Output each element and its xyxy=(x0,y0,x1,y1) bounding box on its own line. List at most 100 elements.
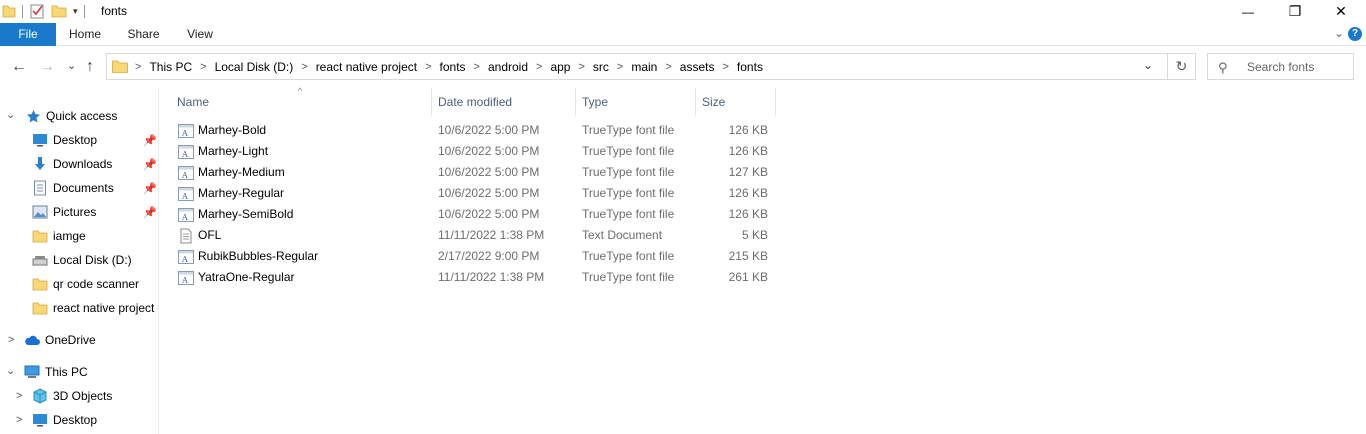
tab-file[interactable]: File xyxy=(0,23,56,46)
breadcrumb-android[interactable]: android xyxy=(488,60,528,74)
file-row[interactable]: A Marhey-SemiBold 10/6/2022 5:00 PM True… xyxy=(171,204,777,225)
help-icon[interactable]: ? xyxy=(1348,27,1362,41)
breadcrumb-assets[interactable]: assets xyxy=(680,60,715,74)
folder-icon[interactable] xyxy=(2,3,16,19)
file-row[interactable]: OFL 11/11/2022 1:38 PM Text Document 5 K… xyxy=(171,225,777,246)
font-file-icon: A xyxy=(178,166,194,180)
nav-label: OneDrive xyxy=(45,333,96,347)
file-row[interactable]: A Marhey-Medium 10/6/2022 5:00 PM TrueTy… xyxy=(171,162,777,183)
address-row: ← → ⌄ ↑ > This PC > Local Disk (D:) > re… xyxy=(0,46,1366,88)
expand-icon[interactable]: > xyxy=(16,390,22,402)
ribbon-tabs: File Home Share View ⌄ ? xyxy=(0,23,1366,46)
nav-item-desktop-pc[interactable]: Desktop xyxy=(32,408,97,432)
breadcrumb-separator-icon[interactable]: > xyxy=(536,61,542,73)
quick-access-toolbar: ▾ xyxy=(2,3,91,19)
pin-icon[interactable]: 📌 xyxy=(143,158,157,171)
breadcrumb-this-pc[interactable]: This PC xyxy=(149,60,192,74)
forward-icon[interactable]: → xyxy=(39,58,55,76)
customize-dropdown-icon[interactable]: ▾ xyxy=(73,6,78,17)
nav-label: Desktop xyxy=(53,413,98,427)
cube-icon xyxy=(32,388,48,404)
close-button[interactable]: ✕ xyxy=(1318,0,1364,23)
nav-item-react-native-project[interactable]: react native project xyxy=(32,296,154,320)
nav-item-local-disk[interactable]: Local Disk (D:) xyxy=(32,248,132,272)
pin-icon[interactable]: 📌 xyxy=(143,206,157,219)
search-icon: ⚲ xyxy=(1218,60,1228,75)
download-arrow-icon xyxy=(32,156,48,172)
file-name: Marhey-SemiBold xyxy=(198,207,294,221)
address-dropdown-icon[interactable]: ⌄ xyxy=(1143,58,1153,72)
nav-item-downloads[interactable]: Downloads xyxy=(32,152,112,176)
nav-label: Desktop xyxy=(53,133,98,147)
file-row[interactable]: A YatraOne-Regular 11/11/2022 1:38 PM Tr… xyxy=(171,267,777,288)
minimize-button[interactable]: — xyxy=(1225,0,1271,23)
window-title: fonts xyxy=(101,4,128,18)
breadcrumb-separator-icon[interactable]: > xyxy=(474,61,480,73)
expand-ribbon-icon[interactable]: ⌄ xyxy=(1334,26,1344,40)
file-row[interactable]: A RubikBubbles-Regular 2/17/2022 9:00 PM… xyxy=(171,246,777,267)
file-size: 126 KB xyxy=(728,123,768,137)
svg-text:A: A xyxy=(181,150,188,159)
column-header-date[interactable]: Date modified xyxy=(432,88,576,116)
search-input[interactable]: ⚲ Search fonts xyxy=(1207,53,1354,80)
nav-item-documents[interactable]: Documents xyxy=(32,176,114,200)
breadcrumb-separator-icon[interactable]: > xyxy=(135,61,141,73)
breadcrumb-fonts[interactable]: fonts xyxy=(440,60,466,74)
breadcrumb-separator-icon[interactable]: > xyxy=(200,61,206,73)
folder-icon xyxy=(32,276,48,292)
breadcrumb-separator-icon[interactable]: > xyxy=(425,61,431,73)
column-header-size[interactable]: Size xyxy=(696,88,776,116)
pin-icon[interactable]: 📌 xyxy=(143,182,157,195)
new-folder-icon[interactable] xyxy=(51,3,67,19)
nav-item-desktop[interactable]: Desktop xyxy=(32,128,97,152)
column-header-type[interactable]: Type xyxy=(576,88,696,116)
file-row[interactable]: A Marhey-Regular 10/6/2022 5:00 PM TrueT… xyxy=(171,183,777,204)
expand-icon[interactable]: > xyxy=(16,414,22,426)
recent-locations-icon[interactable]: ⌄ xyxy=(67,59,76,72)
file-type: TrueType font file xyxy=(582,270,675,284)
up-icon[interactable]: ↑ xyxy=(86,58,94,76)
breadcrumb-react-native-project[interactable]: react native project xyxy=(316,60,417,74)
desktop-icon xyxy=(32,132,48,148)
collapse-icon[interactable]: ⌄ xyxy=(6,108,15,121)
tab-view[interactable]: View xyxy=(180,23,220,46)
file-date: 10/6/2022 5:00 PM xyxy=(438,186,540,200)
breadcrumb-separator-icon[interactable]: > xyxy=(301,61,307,73)
tab-home[interactable]: Home xyxy=(63,23,107,46)
back-icon[interactable]: ← xyxy=(11,58,27,76)
pin-icon[interactable]: 📌 xyxy=(143,134,157,147)
breadcrumb-app[interactable]: app xyxy=(550,60,570,74)
file-size: 126 KB xyxy=(728,207,768,221)
breadcrumb-local-disk[interactable]: Local Disk (D:) xyxy=(215,60,294,74)
nav-onedrive[interactable]: OneDrive xyxy=(24,328,96,352)
column-header-name[interactable]: Name xyxy=(171,88,432,116)
nav-item-iamge[interactable]: iamge xyxy=(32,224,86,248)
folder-icon xyxy=(32,228,48,244)
collapse-icon[interactable]: ⌄ xyxy=(6,364,15,377)
restore-button[interactable]: ❐ xyxy=(1272,0,1318,23)
nav-quick-access[interactable]: Quick access xyxy=(25,104,117,128)
breadcrumb-main[interactable]: main xyxy=(631,60,657,74)
svg-text:A: A xyxy=(181,171,188,180)
refresh-icon[interactable]: ↻ xyxy=(1167,53,1195,80)
breadcrumb-fonts-current[interactable]: fonts xyxy=(737,60,763,74)
nav-item-pictures[interactable]: Pictures xyxy=(32,200,96,224)
nav-item-qr-code-scanner[interactable]: qr code scanner xyxy=(32,272,139,296)
breadcrumb-separator-icon[interactable]: > xyxy=(665,61,671,73)
nav-this-pc[interactable]: This PC xyxy=(24,360,88,384)
breadcrumb-separator-icon[interactable]: > xyxy=(617,61,623,73)
breadcrumb-separator-icon[interactable]: > xyxy=(722,61,728,73)
font-file-icon: A xyxy=(178,187,194,201)
properties-icon[interactable] xyxy=(29,3,45,19)
tab-share[interactable]: Share xyxy=(121,23,166,46)
breadcrumb-separator-icon[interactable]: > xyxy=(578,61,584,73)
file-row[interactable]: A Marhey-Bold 10/6/2022 5:00 PM TrueType… xyxy=(171,120,777,141)
svg-text:A: A xyxy=(181,129,188,138)
svg-text:A: A xyxy=(181,213,188,222)
nav-item-3d-objects[interactable]: 3D Objects xyxy=(32,384,112,408)
file-date: 10/6/2022 5:00 PM xyxy=(438,207,540,221)
address-bar[interactable]: > This PC > Local Disk (D:) > react nati… xyxy=(106,53,1196,80)
file-row[interactable]: A Marhey-Light 10/6/2022 5:00 PM TrueTyp… xyxy=(171,141,777,162)
breadcrumb-src[interactable]: src xyxy=(593,60,609,74)
expand-icon[interactable]: > xyxy=(8,334,14,346)
